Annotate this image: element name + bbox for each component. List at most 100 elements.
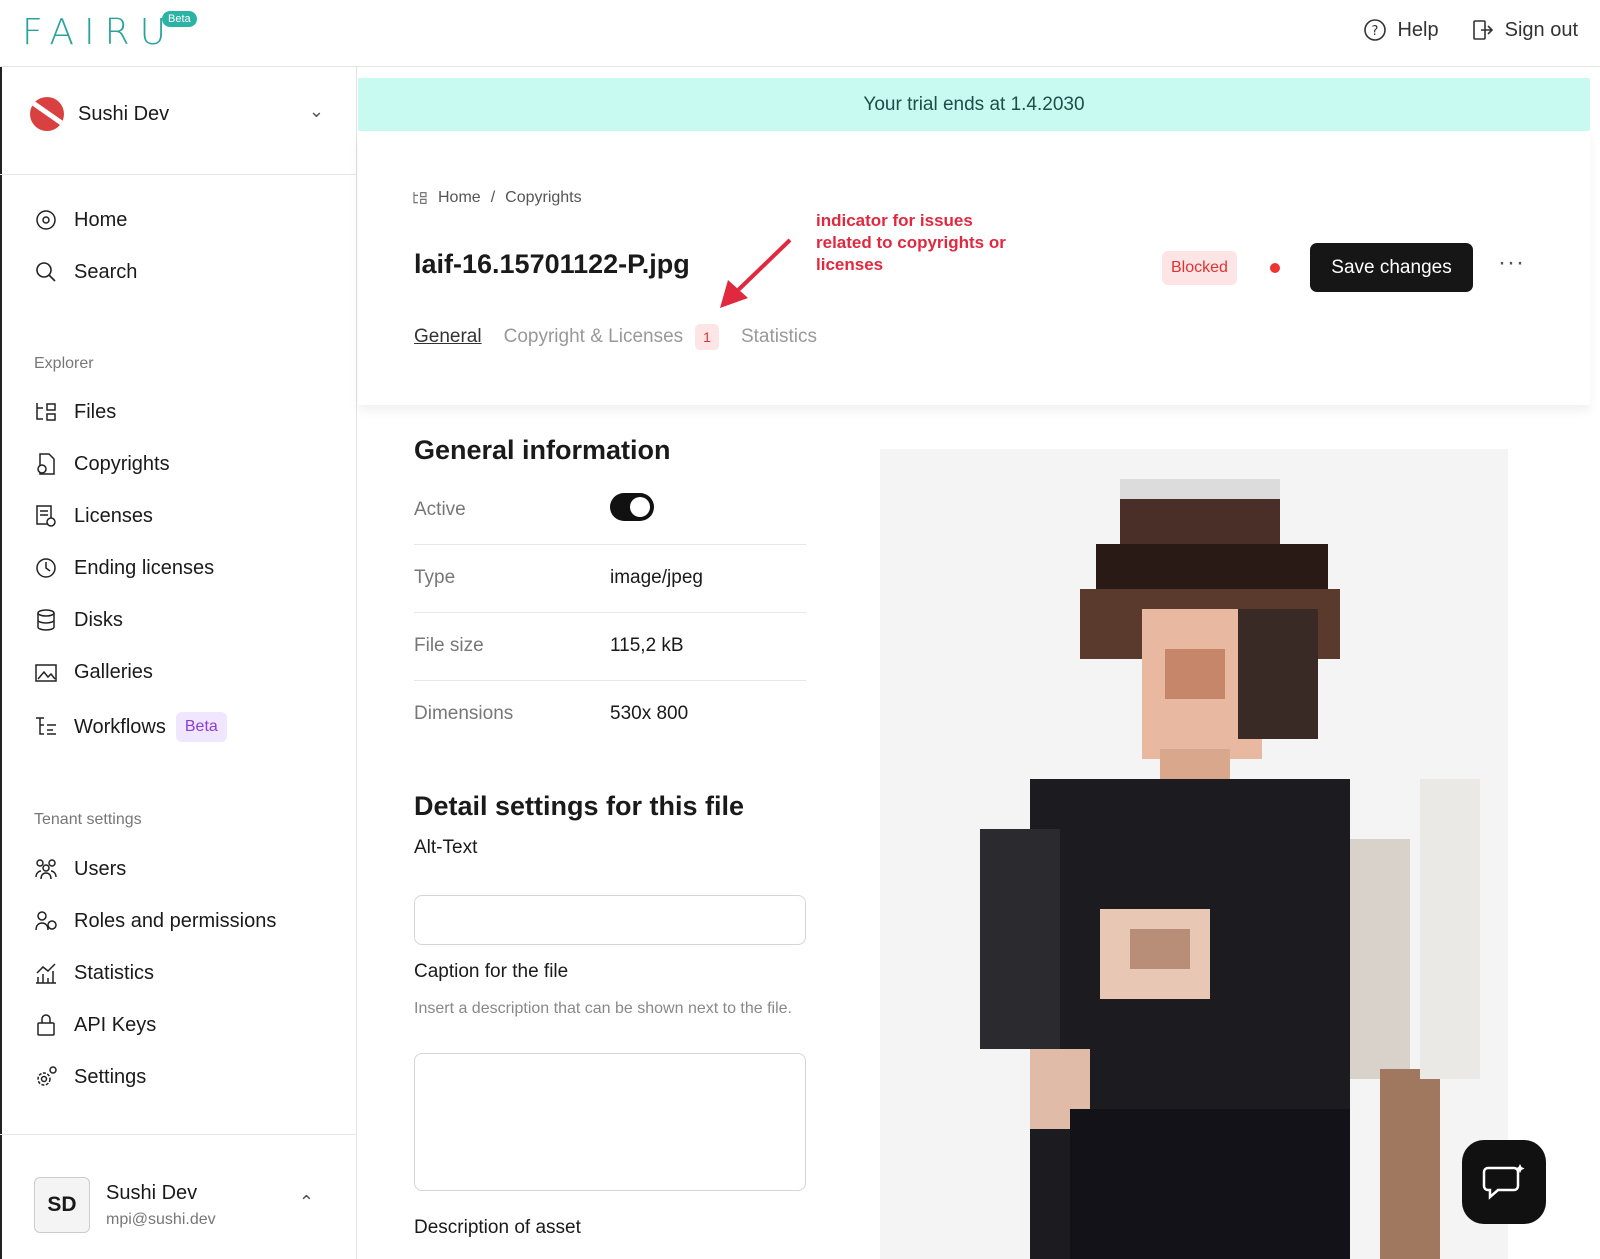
sidebar-item-label: Workflows: [74, 715, 166, 738]
info-row-active: Active: [414, 477, 806, 545]
help-button[interactable]: ? Help: [1363, 18, 1439, 42]
breadcrumb-home[interactable]: Home: [438, 189, 481, 207]
sidebar-item-workflows[interactable]: Workflows Beta: [34, 712, 227, 742]
svg-text:?: ?: [1372, 24, 1379, 39]
user-menu[interactable]: SD Sushi Dev mpi@sushi.dev ⌃: [34, 1177, 324, 1233]
sidebar-item-disks[interactable]: Disks: [34, 608, 123, 632]
alt-text-input[interactable]: [414, 895, 806, 945]
sidebar-item-label: Settings: [74, 1065, 147, 1088]
sign-out-label: Sign out: [1504, 18, 1578, 41]
issue-indicator-dot: [1270, 263, 1280, 273]
tab-issue-count: 1: [695, 324, 719, 350]
tenant-section-label: Tenant settings: [34, 811, 142, 828]
alt-text-label: Alt-Text: [414, 837, 478, 858]
save-button[interactable]: Save changes: [1310, 243, 1473, 292]
lock-icon: [37, 1014, 55, 1036]
caption-textarea[interactable]: [414, 1053, 806, 1191]
info-value: 115,2 kB: [610, 635, 684, 656]
sidebar-item-label: Copyrights: [74, 452, 170, 475]
sidebar-item-label: API Keys: [74, 1013, 157, 1036]
gear-icon: [37, 1066, 57, 1086]
sidebar-item-galleries[interactable]: Galleries: [34, 660, 153, 684]
sidebar-item-label: Users: [74, 857, 127, 880]
file-preview-image: [880, 449, 1508, 1259]
sign-out-icon: [1472, 20, 1493, 40]
breadcrumb-copyrights[interactable]: Copyrights: [505, 189, 581, 207]
sidebar-item-roles[interactable]: Roles and permissions: [34, 909, 276, 933]
sidebar-item-label: Roles and permissions: [74, 909, 277, 932]
gallery-icon: [35, 664, 57, 682]
search-icon: [36, 262, 56, 282]
sidebar-item-label: Statistics: [74, 961, 155, 984]
sidebar-item-statistics[interactable]: Statistics: [34, 961, 154, 985]
files-icon: [36, 403, 56, 421]
status-badge: Blocked: [1162, 251, 1237, 285]
info-row-type: Type image/jpeg: [414, 545, 806, 613]
info-key: Type: [414, 567, 456, 588]
sidebar-item-search[interactable]: Search: [34, 260, 137, 284]
tab-statistics[interactable]: Statistics: [741, 326, 817, 348]
sidebar-item-licenses[interactable]: Licenses: [34, 504, 153, 528]
chart-icon: [36, 963, 56, 984]
breadcrumb-separator: /: [490, 189, 496, 206]
user-name: Sushi Dev: [106, 1181, 198, 1204]
file-header: Home / Copyrights laif-16.15701122-P.jpg…: [358, 131, 1590, 405]
org-logo: [30, 97, 64, 131]
top-bar: FAIRU Beta ? Help Sign out: [0, 0, 1600, 67]
sidebar-item-home[interactable]: Home: [34, 208, 127, 232]
database-icon: [37, 609, 55, 631]
sidebar-item-label: Search: [74, 260, 138, 283]
sidebar-divider: [0, 1134, 357, 1135]
sidebar-item-api-keys[interactable]: API Keys: [34, 1013, 156, 1037]
sidebar-edge: [0, 67, 2, 1259]
detail-settings-heading: Detail settings for this file: [414, 791, 745, 821]
annotation-arrow-icon: [720, 238, 792, 308]
sidebar-item-label: Licenses: [74, 504, 153, 527]
main-content: General information Active Type image/jp…: [358, 405, 1590, 1259]
info-key: File size: [414, 635, 484, 656]
files-icon: [413, 192, 427, 204]
roles-icon: [35, 911, 57, 931]
user-email: mpi@sushi.dev: [106, 1210, 216, 1228]
sign-out-button[interactable]: Sign out: [1471, 18, 1578, 42]
sidebar-item-settings[interactable]: Settings: [34, 1065, 146, 1089]
sidebar: Sushi Dev ⌄ Home Search Explorer Files C…: [0, 67, 357, 1259]
tab-bar: General Copyright & Licenses 1 Statistic…: [414, 324, 817, 350]
clock-icon: [36, 558, 56, 578]
org-switcher[interactable]: Sushi Dev ⌄: [30, 97, 330, 131]
sidebar-item-label: Galleries: [74, 660, 153, 683]
sidebar-item-copyrights[interactable]: Copyrights: [34, 452, 170, 476]
description-label: Description of asset: [414, 1217, 581, 1238]
breadcrumb: Home / Copyrights: [412, 189, 582, 207]
chat-support-button[interactable]: [1462, 1140, 1546, 1224]
sidebar-item-label: Ending licenses: [74, 556, 215, 579]
chat-bubble-icon: [1482, 1164, 1525, 1200]
copyright-icon: [37, 453, 55, 475]
pixelated-portrait-image: [880, 449, 1508, 1259]
active-toggle[interactable]: [610, 493, 654, 521]
sidebar-item-label: Disks: [74, 608, 123, 631]
tab-general[interactable]: General: [414, 326, 482, 348]
workflows-beta-badge: Beta: [175, 712, 227, 742]
chevron-up-icon: ⌃: [298, 1192, 314, 1212]
info-key: Dimensions: [414, 703, 514, 724]
tab-copyright-licenses[interactable]: Copyright & Licenses: [504, 326, 684, 348]
more-options-icon[interactable]: ···: [1498, 249, 1525, 277]
sidebar-item-ending-licenses[interactable]: Ending licenses: [34, 556, 214, 580]
sidebar-item-files[interactable]: Files: [34, 400, 116, 424]
info-value: image/jpeg: [610, 567, 703, 588]
beta-badge: Beta: [162, 11, 197, 27]
caption-hint: Insert a description that can be shown n…: [414, 1000, 792, 1017]
caption-label: Caption for the file: [414, 961, 569, 982]
chevron-down-icon: ⌄: [308, 101, 324, 121]
help-label: Help: [1397, 18, 1439, 41]
info-key: Active: [414, 499, 466, 520]
info-row-dimensions: Dimensions 530x 800: [414, 681, 806, 749]
page-title: laif-16.15701122-P.jpg: [414, 249, 690, 279]
sidebar-item-users[interactable]: Users: [34, 857, 126, 881]
sidebar-divider: [0, 174, 357, 175]
fairu-logo[interactable]: FAIRU: [22, 12, 176, 53]
users-icon: [35, 859, 57, 880]
sidebar-item-label: Home: [74, 208, 128, 231]
avatar: SD: [34, 1177, 90, 1233]
